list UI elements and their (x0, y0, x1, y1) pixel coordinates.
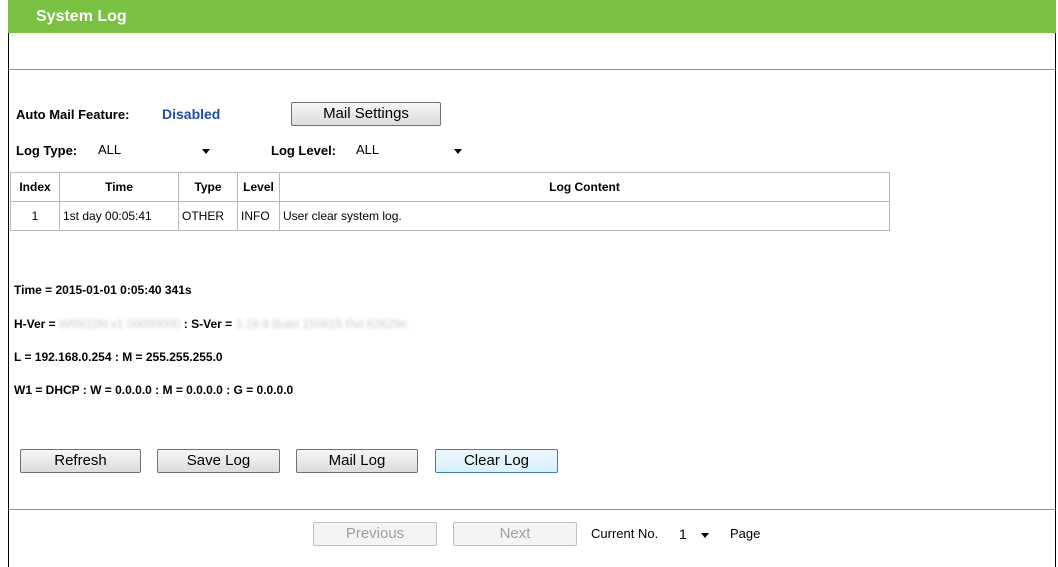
log-level-value: ALL (356, 142, 380, 157)
sver-value: 3.16.9 Build 150615 Rel.62629n (235, 317, 407, 331)
page-title: System Log (8, 0, 1056, 33)
chevron-down-icon (454, 149, 462, 154)
col-type-header: Type (178, 172, 238, 202)
table-header-row: Index Time Type Level Log Content (10, 172, 890, 202)
clear-log-button[interactable]: Clear Log (435, 449, 558, 473)
divider-bottom (9, 509, 1055, 510)
col-level-header: Level (237, 172, 280, 202)
log-type-label: Log Type: (16, 143, 78, 158)
chevron-down-icon (202, 149, 210, 154)
time-line: Time = 2015-01-01 0:05:40 341s (14, 283, 192, 297)
refresh-button[interactable]: Refresh (20, 449, 141, 473)
log-level-label: Log Level: (271, 143, 337, 158)
mail-log-button[interactable]: Mail Log (296, 449, 418, 473)
col-index-header: Index (10, 172, 60, 202)
page-select-value: 1 (679, 526, 687, 542)
cell-time: 1st day 00:05:41 (59, 201, 179, 231)
col-time-header: Time (59, 172, 179, 202)
previous-button[interactable]: Previous (313, 522, 437, 546)
mail-settings-button[interactable]: Mail Settings (291, 102, 441, 126)
auto-mail-label: Auto Mail Feature: (16, 107, 130, 122)
version-line: H-Ver = WR810N v1 00000000 : S-Ver = 3.1… (14, 317, 407, 331)
current-no-label: Current No. (591, 526, 659, 541)
lan-line: L = 192.168.0.254 : M = 255.255.255.0 (14, 350, 223, 364)
cell-level: INFO (237, 201, 280, 231)
col-content-header: Log Content (279, 172, 890, 202)
log-level-select[interactable]: ALL (351, 139, 469, 161)
log-type-value: ALL (98, 142, 122, 157)
table-row: 1 1st day 00:05:41 OTHER INFO User clear… (10, 201, 890, 231)
next-button[interactable]: Next (453, 522, 577, 546)
auto-mail-status: Disabled (162, 106, 221, 122)
page-label: Page (730, 526, 761, 541)
hver-value: WR810N v1 00000000 (59, 317, 181, 331)
save-log-button[interactable]: Save Log (157, 449, 280, 473)
sver-label: : S-Ver = (180, 317, 236, 331)
divider-top (9, 69, 1055, 70)
log-table: Index Time Type Level Log Content 1 1st … (10, 172, 890, 231)
log-type-select[interactable]: ALL (93, 139, 217, 161)
hver-label: H-Ver = (14, 317, 60, 331)
wan-line: W1 = DHCP : W = 0.0.0.0 : M = 0.0.0.0 : … (14, 383, 294, 397)
page-select[interactable]: 1 (674, 523, 716, 545)
cell-content: User clear system log. (279, 201, 890, 231)
cell-type: OTHER (178, 201, 238, 231)
chevron-down-icon (701, 533, 709, 538)
cell-index: 1 (10, 201, 60, 231)
